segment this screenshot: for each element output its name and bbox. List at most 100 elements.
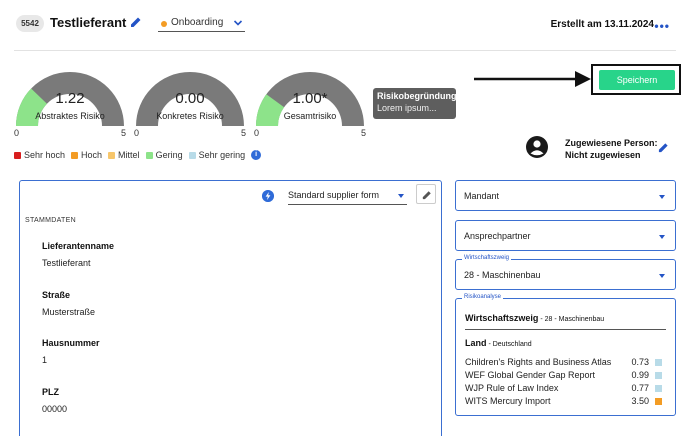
gauge-value: 0.00	[175, 90, 205, 107]
risk-level-swatch	[655, 398, 662, 405]
form-field[interactable]: Lieferantenname Testlieferant	[42, 241, 114, 268]
field-value[interactable]: Musterstraße	[42, 307, 95, 317]
field-value[interactable]: Testlieferant	[42, 258, 114, 268]
risk-source-name: WJP Rule of Law Index	[465, 383, 559, 393]
risk-reason-text: Lorem ipsum...	[377, 103, 437, 113]
risk-reason-title: Risikobegründung	[377, 91, 457, 101]
chevron-down-icon	[233, 20, 243, 26]
legend-swatch	[14, 151, 21, 159]
gauge-label: Gesamtrisiko	[283, 111, 337, 121]
page-title: Testlieferant	[50, 15, 127, 30]
legend-item: Sehr hoch	[14, 150, 65, 160]
risk-source-name: WEF Global Gender Gap Report	[465, 370, 596, 380]
assigned-person-label: Zugewiesene Person:	[565, 138, 658, 148]
save-button[interactable]: Speichern	[599, 70, 675, 90]
risk-reason-tooltip: Risikobegründung Lorem ipsum...	[373, 88, 457, 119]
risk-industry-heading: Wirtschaftszweig - 28 - Maschinenbau	[465, 313, 605, 323]
risk-source-value: 0.99	[631, 370, 649, 380]
supplier-form-panel: Standard supplier form STAMMDATEN Liefer…	[19, 180, 442, 436]
risk-analysis-panel: Risikoanalyse Wirtschaftszweig - 28 - Ma…	[455, 294, 676, 416]
caret-down-icon	[398, 194, 404, 198]
risk-row: Children's Rights and Business Atlas 0.73	[465, 357, 665, 369]
assigned-person: Zugewiesene Person: Nicht zugewiesen	[565, 137, 658, 161]
pencil-icon	[422, 191, 431, 200]
risk-gauge: 0.00 Konkretes Risiko 0 5	[134, 66, 246, 138]
legend-swatch	[188, 151, 196, 159]
risk-source-value: 0.73	[631, 357, 649, 367]
gauge-value: 1.00*	[292, 90, 328, 107]
risk-separator	[465, 329, 666, 330]
legend-label: Sehr gering	[198, 150, 246, 160]
legend-item: Hoch	[71, 150, 102, 160]
risk-gauge: 1.00* Gesamtrisiko 0 5	[254, 66, 366, 138]
form-field[interactable]: PLZ 00000	[42, 387, 67, 414]
risk-source-name: WITS Mercury Import	[465, 396, 551, 406]
risk-row: WITS Mercury Import 3.50	[465, 396, 665, 408]
risk-gauge: 1.22 Abstraktes Risiko 0 5	[14, 66, 126, 138]
legend-swatch	[108, 151, 116, 159]
risk-country-heading: Land - Deutschland	[465, 338, 532, 348]
gauge-min: 0	[14, 128, 20, 138]
gauge-label: Abstraktes Risiko	[35, 111, 105, 121]
risk-legend: Sehr hoch Hoch Mittel Gering Sehr gering i	[14, 149, 262, 161]
risk-analysis-label: Risikoanalyse	[462, 294, 504, 300]
risk-level-swatch	[655, 359, 662, 366]
mandant-dropdown[interactable]: Mandant	[455, 180, 676, 211]
contact-label: Ansprechpartner	[464, 231, 531, 241]
lightning-icon[interactable]	[262, 190, 274, 202]
legend-item: Sehr gering	[188, 150, 246, 160]
more-options-icon[interactable]: •••	[654, 19, 670, 33]
info-icon[interactable]: i	[251, 150, 262, 160]
save-highlight: Speichern	[591, 64, 681, 95]
caret-down-icon	[659, 195, 665, 199]
gauge-min: 0	[254, 128, 260, 138]
caret-down-icon	[659, 274, 665, 278]
gauge-label: Konkretes Risiko	[156, 111, 224, 121]
mandant-label: Mandant	[464, 191, 500, 201]
page-header: 5542 Testlieferant Onboarding Erstellt a…	[0, 0, 688, 50]
header-divider	[14, 50, 676, 51]
gauge-min: 0	[134, 128, 140, 138]
industry-value: 28 - Maschinenbau	[464, 270, 541, 280]
field-label: PLZ	[42, 387, 59, 397]
form-template-dropdown[interactable]: Standard supplier form	[288, 187, 407, 205]
industry-field-label: Wirtschaftszweig	[462, 255, 512, 261]
gauge-max: 5	[120, 128, 126, 138]
edit-form-button[interactable]	[416, 184, 436, 204]
arrow-right-icon	[474, 71, 591, 87]
field-label: Hausnummer	[42, 338, 100, 348]
status-value: Onboarding	[171, 17, 224, 28]
status-dot-icon	[161, 21, 167, 27]
gauge-value: 1.22	[55, 90, 85, 107]
edit-title-icon[interactable]	[130, 16, 142, 28]
risk-source-value: 0.77	[631, 383, 649, 393]
status-dropdown[interactable]: Onboarding	[158, 14, 245, 32]
legend-label: Sehr hoch	[24, 150, 66, 160]
field-value[interactable]: 1	[42, 355, 100, 365]
risk-row: WJP Rule of Law Index 0.77	[465, 383, 665, 395]
legend-swatch	[71, 151, 79, 159]
risk-source-value: 3.50	[631, 396, 649, 406]
field-label: Lieferantenname	[42, 241, 115, 251]
section-title: STAMMDATEN	[25, 217, 76, 224]
legend-label: Mittel	[118, 150, 140, 160]
risk-level-swatch	[655, 372, 662, 379]
gauge-max: 5	[240, 128, 246, 138]
edit-assignee-icon[interactable]	[658, 142, 669, 153]
supplier-id-badge: 5542	[16, 15, 44, 32]
risk-level-swatch	[655, 385, 662, 392]
legend-label: Gering	[155, 150, 183, 160]
form-field[interactable]: Hausnummer 1	[42, 338, 100, 365]
contact-dropdown[interactable]: Ansprechpartner	[455, 220, 676, 251]
field-value[interactable]: 00000	[42, 404, 67, 414]
industry-dropdown[interactable]: Wirtschaftszweig 28 - Maschinenbau	[455, 255, 676, 290]
form-template-value: Standard supplier form	[288, 190, 380, 200]
risk-row: WEF Global Gender Gap Report 0.99	[465, 370, 665, 382]
legend-item: Gering	[145, 150, 183, 160]
legend-item: Mittel	[108, 150, 140, 160]
form-field[interactable]: Straße Musterstraße	[42, 290, 95, 317]
caret-down-icon	[659, 235, 665, 239]
legend-swatch	[145, 151, 153, 159]
legend-label: Hoch	[81, 150, 103, 160]
gauge-max: 5	[360, 128, 366, 138]
